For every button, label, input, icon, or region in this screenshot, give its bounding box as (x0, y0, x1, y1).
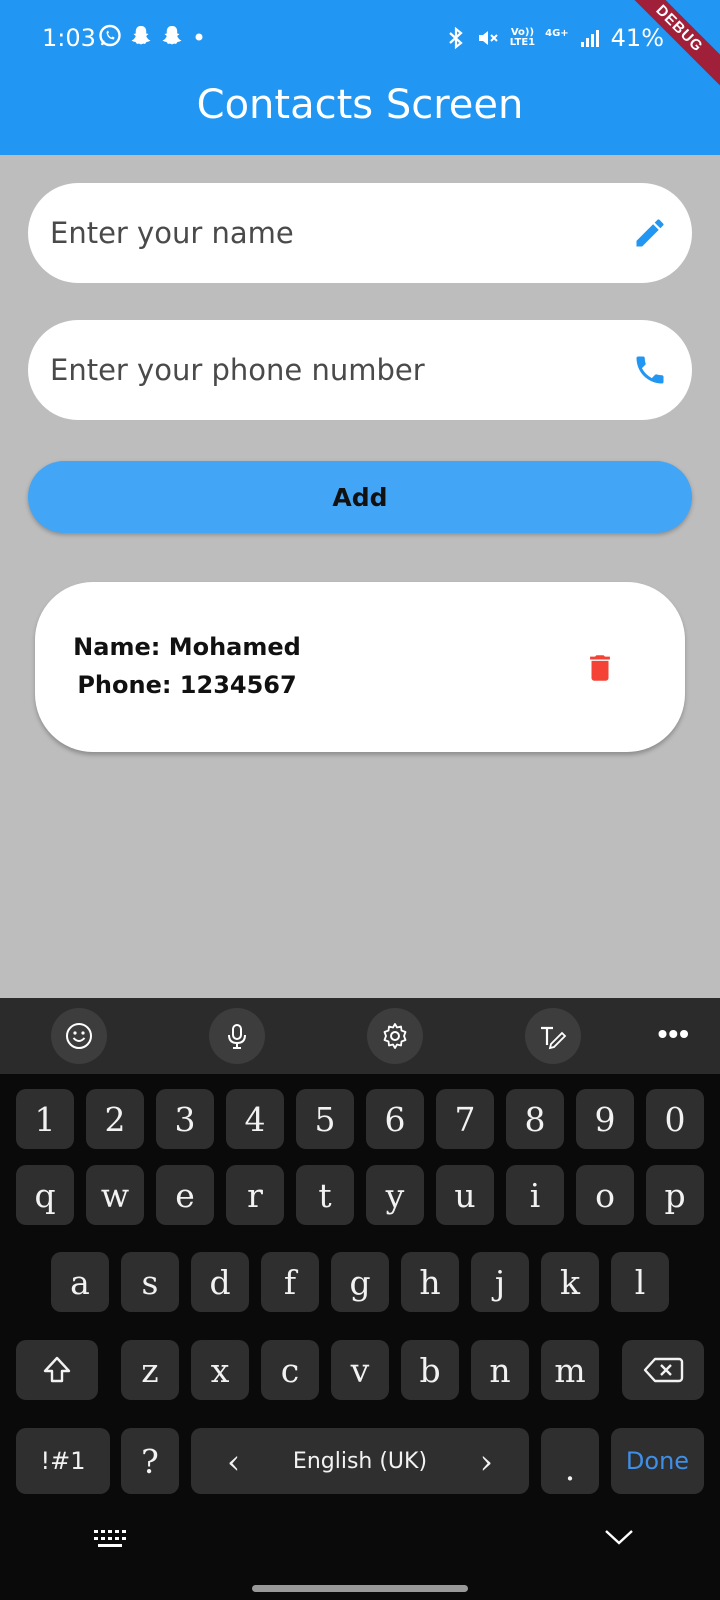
emoji-icon (66, 1023, 92, 1049)
language-left-arrow: ‹ (227, 1441, 241, 1481)
edit-pencil-icon (636, 219, 664, 247)
status-system-icons: Vo)) LTE1 4G+ 41% (446, 24, 664, 52)
key-7[interactable]: 7 (436, 1089, 494, 1149)
key-y[interactable]: y (366, 1165, 424, 1225)
add-button[interactable]: Add (28, 461, 692, 533)
key-8[interactable]: 8 (506, 1089, 564, 1149)
period-key[interactable]: . (541, 1428, 599, 1494)
keyboard-settings-button[interactable] (367, 1008, 423, 1064)
key-i[interactable]: i (506, 1165, 564, 1225)
key-s[interactable]: s (121, 1252, 179, 1312)
snapchat-icon (162, 26, 182, 45)
microphone-icon (228, 1024, 246, 1049)
phone-icon (636, 356, 664, 384)
key-f[interactable]: f (261, 1252, 319, 1312)
key-l[interactable]: l (611, 1252, 669, 1312)
key-p[interactable]: p (646, 1165, 704, 1225)
key-w[interactable]: w (86, 1165, 144, 1225)
shift-icon (43, 1356, 71, 1383)
voice-input-button[interactable] (209, 1008, 265, 1064)
contact-name: Name: Mohamed (73, 633, 301, 661)
settings-icon (383, 1023, 407, 1049)
key-m[interactable]: m (541, 1340, 599, 1400)
name-input[interactable] (50, 183, 610, 283)
snapchat-icon (131, 26, 151, 45)
data-type-label: 4G+ (545, 28, 569, 39)
keyboard-toolbar: ••• (0, 998, 720, 1074)
key-h[interactable]: h (401, 1252, 459, 1312)
question-key[interactable]: ? (121, 1428, 179, 1494)
status-time: 1:03 (42, 24, 96, 52)
battery-percentage: 41% (610, 24, 664, 52)
whatsapp-icon (99, 24, 121, 47)
key-x[interactable]: x (191, 1340, 249, 1400)
done-key[interactable]: Done (611, 1428, 704, 1494)
key-r[interactable]: r (226, 1165, 284, 1225)
emoji-button[interactable] (51, 1008, 107, 1064)
key-c[interactable]: c (261, 1340, 319, 1400)
phone-field[interactable] (28, 320, 692, 420)
key-k[interactable]: k (541, 1252, 599, 1312)
key-5[interactable]: 5 (296, 1089, 354, 1149)
key-z[interactable]: z (121, 1340, 179, 1400)
lte-label: LTE1 (509, 37, 536, 48)
key-g[interactable]: g (331, 1252, 389, 1312)
contact-card: Name: Mohamed Phone: 1234567 (35, 582, 685, 752)
more-icon[interactable]: ••• (658, 1018, 690, 1050)
phone-input[interactable] (50, 320, 610, 420)
hide-keyboard-icon[interactable] (604, 1528, 634, 1546)
key-3[interactable]: 3 (156, 1089, 214, 1149)
language-label: English (UK) (292, 1448, 428, 1474)
key-e[interactable]: e (156, 1165, 214, 1225)
signal-icon (580, 30, 599, 47)
key-q[interactable]: q (16, 1165, 74, 1225)
key-n[interactable]: n (471, 1340, 529, 1400)
name-field[interactable] (28, 183, 692, 283)
key-4[interactable]: 4 (226, 1089, 284, 1149)
contact-phone: Phone: 1234567 (77, 671, 297, 699)
notification-dot-icon (195, 33, 203, 41)
key-a[interactable]: a (51, 1252, 109, 1312)
key-9[interactable]: 9 (576, 1089, 634, 1149)
key-u[interactable]: u (436, 1165, 494, 1225)
backspace-icon (643, 1357, 684, 1383)
key-0[interactable]: 0 (646, 1089, 704, 1149)
key-t[interactable]: t (296, 1165, 354, 1225)
soft-keyboard: ••• 1 2 3 4 5 6 7 8 9 0 q w e r t y u i … (0, 998, 720, 1600)
shift-key[interactable] (16, 1340, 98, 1400)
key-d[interactable]: d (191, 1252, 249, 1312)
handwriting-icon (541, 1026, 567, 1050)
backspace-key[interactable] (622, 1340, 704, 1400)
mute-icon (478, 31, 498, 45)
space-key[interactable]: ‹ English (UK) › (191, 1428, 529, 1494)
key-b[interactable]: b (401, 1340, 459, 1400)
page-title: Contacts Screen (196, 82, 524, 128)
status-notification-icons (98, 24, 207, 48)
key-6[interactable]: 6 (366, 1089, 424, 1149)
volte-indicator: Vo)) LTE1 (510, 28, 535, 48)
key-j[interactable]: j (471, 1252, 529, 1312)
key-2[interactable]: 2 (86, 1089, 144, 1149)
key-o[interactable]: o (576, 1165, 634, 1225)
symbols-key[interactable]: !#1 (16, 1428, 110, 1494)
trash-icon[interactable] (583, 650, 617, 686)
home-indicator[interactable] (252, 1585, 468, 1592)
key-1[interactable]: 1 (16, 1089, 74, 1149)
app-bar: 1:03 Vo)) LTE1 4G+ 41% DEBUG Contacts Sc… (0, 0, 720, 155)
language-right-arrow: › (479, 1441, 493, 1481)
bluetooth-icon (449, 26, 463, 50)
key-v[interactable]: v (331, 1340, 389, 1400)
keyboard-switch-icon[interactable] (93, 1528, 127, 1550)
handwriting-button[interactable] (525, 1008, 581, 1064)
